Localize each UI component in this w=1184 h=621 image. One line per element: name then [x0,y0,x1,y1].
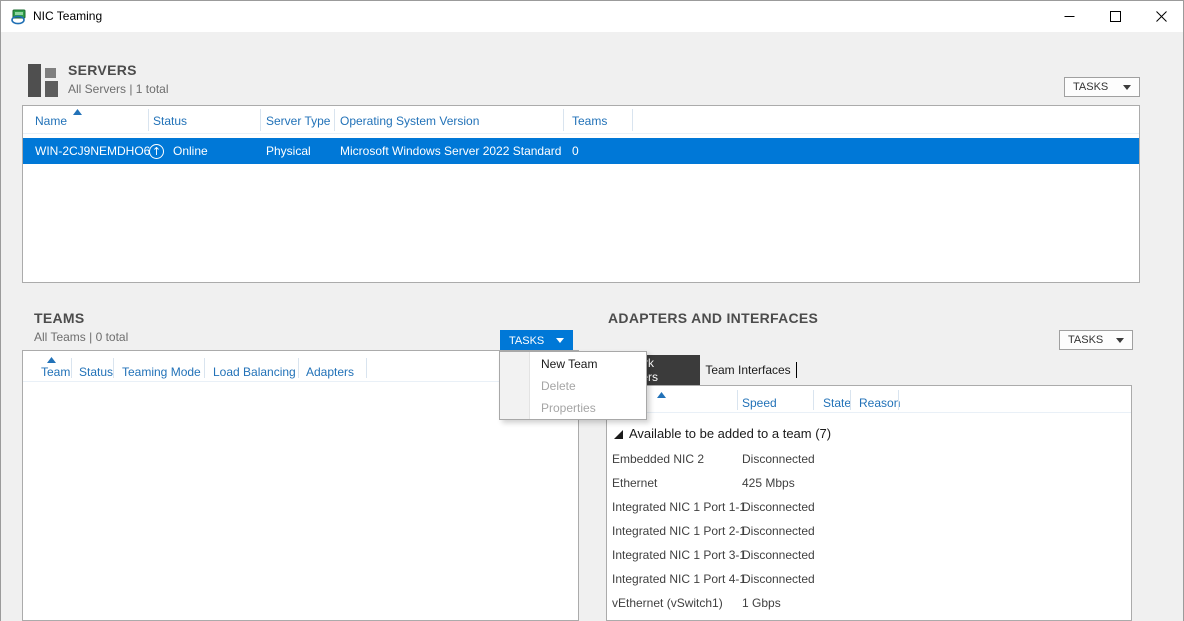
teams-tasks-label: TASKS [509,335,544,347]
adapter-group-row[interactable]: Available to be added to a team (7) [607,422,1131,446]
online-status-icon: ↑ [149,144,164,159]
menu-icon-gutter [500,352,530,419]
server-row-selected[interactable]: WIN-2CJ9NEMDHO6 ↑ Online Physical Micros… [23,138,1139,164]
servers-section-title: SERVERS [68,62,137,78]
adapter-row[interactable]: vEthernet (vSwitch1) 1 Gbps [607,592,1131,616]
column-header-server-type[interactable]: Server Type [266,114,330,128]
menu-item-properties: Properties [531,397,645,419]
chevron-down-icon [1123,85,1131,90]
teams-section-subtitle: All Teams | 0 total [34,330,128,344]
close-icon [1156,11,1167,22]
adapter-name: Integrated NIC 1 Port 2-1 [612,524,746,538]
adapter-speed: Disconnected [742,452,815,466]
adapter-name: vEthernet (vSwitch1) [612,596,723,610]
column-header-reason[interactable]: Reason [859,396,900,410]
server-teams-count: 0 [572,144,579,158]
text-cursor [796,362,797,378]
server-os-version: Microsoft Windows Server 2022 Standard [340,144,561,158]
adapters-panel: Network Adapters Team Interfaces Speed S… [606,355,1132,621]
column-header-team[interactable]: Team [41,365,70,379]
sort-ascending-icon [47,357,56,363]
teams-section-title: TEAMS [34,310,85,326]
close-button[interactable] [1138,1,1184,32]
servers-table: Name Status Server Type Operating System… [22,105,1140,283]
menu-item-new-team[interactable]: New Team [531,353,645,375]
servers-tile-icon [28,64,62,97]
server-name: WIN-2CJ9NEMDHO6 [35,144,150,158]
teams-tasks-button[interactable]: TASKS [500,330,573,351]
adapters-section-title: ADAPTERS AND INTERFACES [608,310,818,326]
column-header-adapters[interactable]: Adapters [306,365,354,379]
sort-ascending-icon [73,109,82,115]
column-header-name[interactable]: Name [35,114,67,128]
tab-team-interfaces[interactable]: Team Interfaces [702,355,794,385]
nic-teaming-window: NIC Teaming SERVERS All Servers | 1 tota… [0,0,1184,621]
adapter-speed: Disconnected [742,500,815,514]
adapter-row[interactable]: Ethernet 425 Mbps [607,472,1131,496]
chevron-down-icon [556,338,564,343]
column-header-teaming-mode[interactable]: Teaming Mode [122,365,201,379]
tasks-menu: New TeamDeleteProperties [499,351,647,420]
adapter-row[interactable]: Integrated NIC 1 Port 3-1Disconnected [607,544,1131,568]
title-bar: NIC Teaming [1,1,1183,32]
column-header-speed[interactable]: Speed [742,396,777,410]
teams-table: Team Status Teaming Mode Load Balancing … [22,350,579,621]
servers-tasks-button[interactable]: TASKS [1064,77,1140,97]
adapters-tasks-button[interactable]: TASKS [1059,330,1133,350]
adapters-tabstrip: Network Adapters Team Interfaces [606,355,1132,385]
column-header-load-balancing[interactable]: Load Balancing [213,365,296,379]
adapter-group-label: Available to be added to a team (7) [629,426,831,441]
app-icon [11,9,28,25]
column-header-status[interactable]: Status [79,365,113,379]
minimize-icon [1064,11,1075,22]
group-expanded-icon [614,430,623,439]
adapter-name: Integrated NIC 1 Port 3-1 [612,548,746,562]
column-header-os-version[interactable]: Operating System Version [340,114,479,128]
adapter-name: Ethernet [612,476,657,490]
maximize-icon [1110,11,1121,22]
adapter-speed: Disconnected [742,524,815,538]
menu-item-delete: Delete [531,375,645,397]
adapter-speed: 1 Gbps [742,596,781,610]
server-status: Online [173,144,208,158]
maximize-button[interactable] [1092,1,1138,32]
column-header-state[interactable]: State [823,396,851,410]
adapter-speed: 425 Mbps [742,476,795,490]
adapter-speed: Disconnected [742,548,815,562]
servers-tasks-label: TASKS [1073,81,1108,93]
chevron-down-icon [1116,338,1124,343]
adapter-row[interactable]: Integrated NIC 1 Port 1-1Disconnected [607,496,1131,520]
adapter-name: Integrated NIC 1 Port 1-1 [612,500,746,514]
adapter-row[interactable]: Integrated NIC 1 Port 4-1Disconnected [607,568,1131,592]
column-header-teams[interactable]: Teams [572,114,607,128]
adapters-tasks-label: TASKS [1068,334,1103,346]
adapter-name: Integrated NIC 1 Port 4-1 [612,572,746,586]
window-title: NIC Teaming [33,9,102,23]
minimize-button[interactable] [1046,1,1092,32]
sort-ascending-icon [657,392,666,398]
adapter-name: Embedded NIC 2 [612,452,704,466]
server-type: Physical [266,144,311,158]
servers-section-subtitle: All Servers | 1 total [68,82,169,96]
adapter-row[interactable]: Embedded NIC 2 Disconnected [607,448,1131,472]
adapter-row[interactable]: Integrated NIC 1 Port 2-1Disconnected [607,520,1131,544]
adapter-speed: Disconnected [742,572,815,586]
adapters-table: Speed State Reason Available to be added… [606,385,1132,621]
column-header-status[interactable]: Status [153,114,187,128]
adapter-rows: Embedded NIC 2 Disconnected Ethernet 425 Mb… [607,448,1131,616]
